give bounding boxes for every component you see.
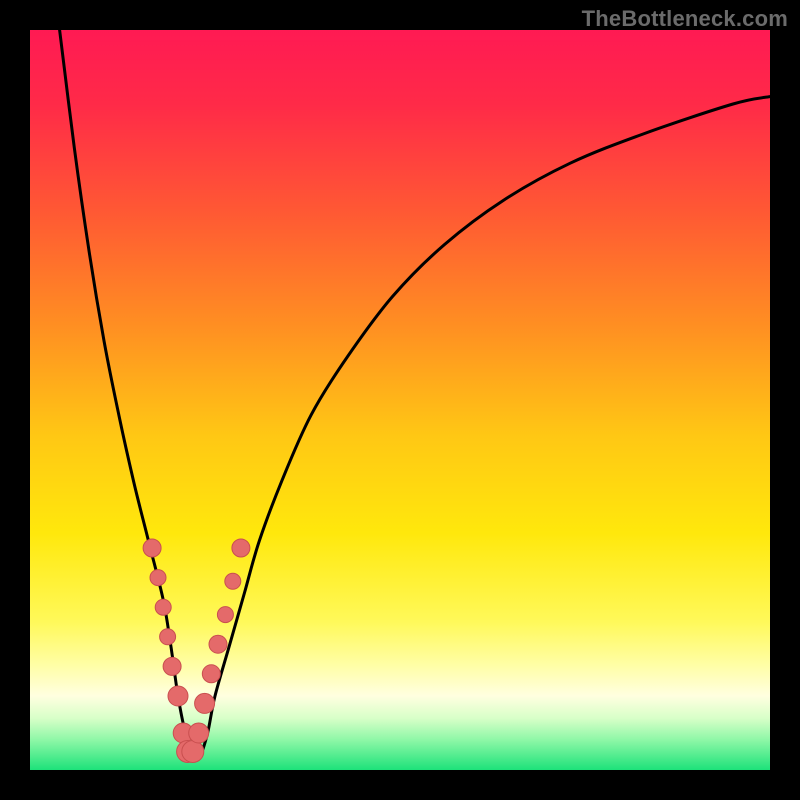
gradient-background: [30, 30, 770, 770]
sample-dot: [150, 570, 166, 586]
plot-area: [30, 30, 770, 770]
sample-dot: [232, 539, 250, 557]
chart-svg: [30, 30, 770, 770]
sample-dot: [163, 657, 181, 675]
sample-dot: [168, 686, 188, 706]
sample-dot: [225, 573, 241, 589]
sample-dot: [217, 607, 233, 623]
sample-dot: [143, 539, 161, 557]
outer-frame: TheBottleneck.com: [0, 0, 800, 800]
sample-dot: [182, 741, 204, 763]
watermark-text: TheBottleneck.com: [582, 6, 788, 32]
sample-dot: [209, 635, 227, 653]
sample-dot: [202, 665, 220, 683]
sample-dot: [195, 693, 215, 713]
sample-dot: [160, 629, 176, 645]
sample-dot: [189, 723, 209, 743]
sample-dot: [155, 599, 171, 615]
